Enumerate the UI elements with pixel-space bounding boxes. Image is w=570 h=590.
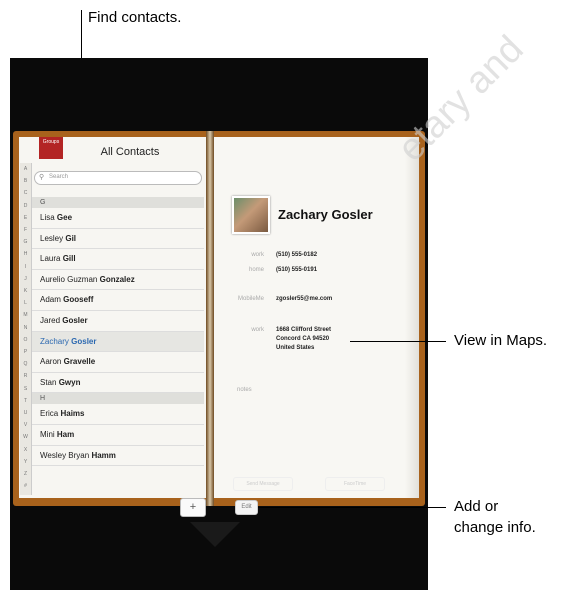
contact-row[interactable]: Lisa Gee xyxy=(32,208,204,229)
alphabet-index-letter[interactable]: K xyxy=(21,288,30,294)
contact-last-name: Gil xyxy=(65,233,77,243)
alphabet-index-letter[interactable]: G xyxy=(21,239,30,245)
contact-row[interactable]: Zachary Gosler xyxy=(32,331,204,353)
contact-last-name: Ham xyxy=(56,430,75,439)
alphabet-index-letter[interactable]: H xyxy=(21,251,30,257)
field-label-home: home xyxy=(248,267,264,273)
alphabet-index-letter[interactable]: O xyxy=(21,337,30,343)
alphabet-index-letter[interactable]: N xyxy=(21,325,30,331)
notes-label: notes xyxy=(237,387,252,393)
contact-last-name: Gwyn xyxy=(58,377,81,387)
field-value-work-phone[interactable]: (510) 555-0182 xyxy=(276,252,317,258)
alphabet-index-letter[interactable]: P xyxy=(21,349,30,355)
field-value-home-phone[interactable]: (510) 555-0191 xyxy=(276,267,317,273)
alphabet-index-letter[interactable]: # xyxy=(21,483,30,489)
contact-row[interactable]: Laura Gill xyxy=(32,249,204,270)
contact-first-name: Erica xyxy=(40,409,59,419)
contact-row[interactable]: Erica Haims xyxy=(32,404,204,425)
field-label-work: work xyxy=(251,252,264,258)
find-callout: Find contacts. xyxy=(88,9,182,26)
section-header: H xyxy=(32,393,204,405)
edit-callout-line xyxy=(258,507,446,508)
alphabet-index-letter[interactable]: D xyxy=(21,203,30,209)
list-title: All Contacts xyxy=(100,146,160,158)
contact-detail-page xyxy=(212,137,419,498)
contact-row[interactable]: Aaron Gravelle xyxy=(32,352,204,373)
contact-last-name: Hamm xyxy=(91,450,116,460)
contact-row[interactable]: Wesley Bryan Hamm xyxy=(32,446,204,467)
contact-first-name: Stan xyxy=(40,377,57,387)
search-input[interactable]: ⚲ Search xyxy=(34,171,202,185)
book-spine xyxy=(206,131,214,506)
field-value-email[interactable]: zgosler55@me.com xyxy=(276,296,332,302)
address-line-1[interactable]: 1668 Clifford Street xyxy=(276,327,331,333)
edit-button[interactable]: Edit xyxy=(235,500,258,515)
contact-first-name: Adam xyxy=(40,295,61,305)
maps-callout: View in Maps. xyxy=(454,332,548,349)
contact-row[interactable]: Stan Gwyn xyxy=(32,373,204,394)
groups-button[interactable]: Groups xyxy=(39,137,63,159)
maps-callout-line xyxy=(350,341,446,342)
contact-first-name: Laura xyxy=(40,254,61,264)
alphabet-index-letter[interactable]: U xyxy=(21,410,30,416)
contact-first-name: Aaron xyxy=(40,357,62,367)
contact-name: Zachary Gosler xyxy=(278,207,373,222)
edit-callout-line-1: Add or xyxy=(454,498,499,515)
alphabet-index-letter[interactable]: Z xyxy=(21,471,30,477)
alphabet-index-letter[interactable]: B xyxy=(21,178,30,184)
alphabet-index-letter[interactable]: E xyxy=(21,215,30,221)
alphabet-index-letter[interactable]: Y xyxy=(21,459,30,465)
edit-callout-line-2: change info. xyxy=(454,519,536,536)
contact-last-name: Gee xyxy=(56,213,73,222)
contact-first-name: Aurelio Guzman xyxy=(40,274,98,284)
alphabet-index-letter[interactable]: L xyxy=(21,300,30,306)
contact-last-name: Gosler xyxy=(71,336,97,346)
contact-first-name: Wesley Bryan xyxy=(40,450,90,460)
contact-last-name: Haims xyxy=(60,409,85,419)
alphabet-index-letter[interactable]: M xyxy=(21,312,30,318)
field-label-address: work xyxy=(251,327,264,333)
alphabet-index-letter[interactable]: V xyxy=(21,422,30,428)
contact-first-name: Lisa xyxy=(40,213,55,222)
contact-last-name: Gravelle xyxy=(63,357,96,367)
address-line-2[interactable]: Concord CA 94520 xyxy=(276,336,329,342)
alphabet-index-letter[interactable]: W xyxy=(21,434,30,440)
contact-first-name: Jared xyxy=(40,316,61,325)
alphabet-index-letter[interactable]: J xyxy=(21,276,30,282)
contact-first-name: Zachary xyxy=(40,336,69,346)
address-line-3[interactable]: United States xyxy=(276,345,314,351)
contact-first-name: Lesley xyxy=(40,233,64,243)
contact-row[interactable]: Jared Gosler xyxy=(32,311,204,332)
avatar xyxy=(232,196,270,234)
alphabet-index-letter[interactable]: S xyxy=(21,386,30,392)
contact-row[interactable]: Lesley Gil xyxy=(32,229,204,250)
contact-last-name: Gosler xyxy=(62,316,88,325)
alphabet-index-letter[interactable]: T xyxy=(21,398,30,404)
bottom-pointer xyxy=(190,522,240,547)
contact-row[interactable]: Aurelio Guzman Gonzalez xyxy=(32,270,204,291)
page-edge xyxy=(405,137,419,498)
alphabet-index-letter[interactable]: F xyxy=(21,227,30,233)
contact-row[interactable]: Adam Gooseff xyxy=(32,290,204,311)
add-contact-button[interactable]: + xyxy=(180,498,206,517)
alphabet-index-letter[interactable]: C xyxy=(21,190,30,196)
contact-last-name: Gill xyxy=(62,254,76,264)
contact-last-name: Gonzalez xyxy=(99,274,135,284)
alphabet-index-letter[interactable]: X xyxy=(21,447,30,453)
alphabet-index-letter[interactable]: I xyxy=(21,264,30,270)
facetime-button[interactable]: FaceTime xyxy=(325,477,385,491)
search-icon: ⚲ xyxy=(39,174,45,181)
alphabet-index-letter[interactable]: Q xyxy=(21,361,30,367)
field-label-mobileme: MobileMe xyxy=(237,296,264,302)
contact-first-name: Mini xyxy=(40,430,55,439)
alphabet-index-letter[interactable]: A xyxy=(21,166,30,172)
alphabet-index-letter[interactable]: R xyxy=(21,373,30,379)
section-header: G xyxy=(32,197,204,208)
send-message-button[interactable]: Send Message xyxy=(233,477,293,491)
contact-last-name: Gooseff xyxy=(63,295,94,305)
contact-row[interactable]: Mini Ham xyxy=(32,425,204,446)
search-placeholder: Search xyxy=(49,174,69,180)
